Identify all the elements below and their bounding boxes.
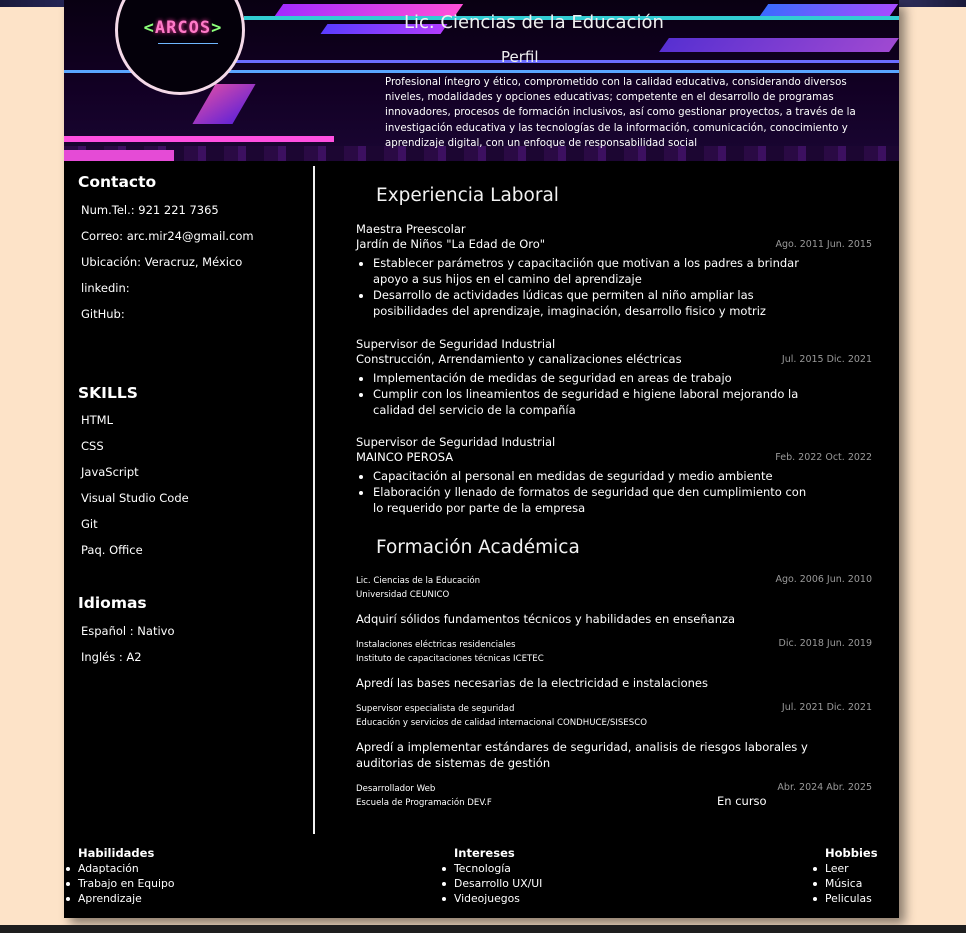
intereses-list: Tecnología Desarrollo UX/UI Videojuegos <box>441 861 543 906</box>
hobbies-heading: Hobbies <box>825 846 878 860</box>
education-date: Jul. 2021 Dic. 2021 <box>781 702 872 713</box>
skill-item: JavaScript <box>81 465 139 479</box>
idiomas-list: Español : Nativo Inglés : A2 <box>81 618 175 670</box>
job-role: Maestra Preescolar <box>356 222 466 236</box>
banner-decoration <box>64 150 174 161</box>
job-bullet: Establecer parámetros y capacitaciión qu… <box>373 255 813 287</box>
skills-heading: SKILLS <box>78 384 138 402</box>
language-item: Inglés : A2 <box>81 650 142 664</box>
education-desc: Apredí las bases necesarias de la electr… <box>356 676 708 690</box>
education-date: Abr. 2024 Abr. 2025 <box>777 782 872 793</box>
logo-underline <box>158 43 218 44</box>
list-item: Aprendizaje <box>65 891 174 906</box>
hobbies-list: Leer Música Peliculas <box>813 861 878 906</box>
job-bullet: Elaboración y llenado de formatos de seg… <box>373 484 813 516</box>
skill-item: Paq. Office <box>81 543 143 557</box>
footer-intereses: Intereses Tecnología Desarrollo UX/UI Vi… <box>441 846 543 906</box>
job-entry: Supervisor de Seguridad Industrial Const… <box>356 337 872 418</box>
education-date: Dic. 2018 Jun. 2019 <box>778 638 872 649</box>
education-entry: Lic. Ciencias de la Educación Universida… <box>356 574 872 627</box>
list-item: Trabajo en Equipo <box>65 877 175 890</box>
job-bullets: Implementación de medidas de seguridad e… <box>356 370 872 418</box>
skill-item: Visual Studio Code <box>81 491 189 505</box>
job-date: Feb. 2022 Oct. 2022 <box>775 452 872 463</box>
job-bullet: Desarrollo de actividades lúdicas que pe… <box>373 287 813 319</box>
header-banner: <ARCOS> Lic. Ciencias de la Educación Pe… <box>64 0 899 161</box>
education-entry: Supervisor especialista de seguridad Edu… <box>356 702 872 771</box>
job-bullet: Capacitación al personal en medidas de s… <box>373 468 813 484</box>
list-item: Adaptación <box>65 861 174 876</box>
list-item: Peliculas <box>813 891 878 906</box>
list-item: Tecnología <box>441 861 542 876</box>
skills-list: HTML CSS JavaScript Visual Studio Code G… <box>81 407 189 563</box>
perfil-text: Profesional íntegro y ético, comprometid… <box>385 77 856 149</box>
job-role: Supervisor de Seguridad Industrial <box>356 337 556 351</box>
banner-decoration <box>64 136 334 142</box>
job-bullet: Implementación de medidas de seguridad e… <box>373 370 813 386</box>
logo-bracket-left: < <box>143 18 155 38</box>
resume-page: <ARCOS> Lic. Ciencias de la Educación Pe… <box>64 0 899 918</box>
job-role: Supervisor de Seguridad Industrial <box>356 435 556 449</box>
contact-linkedin[interactable]: linkedin: <box>81 275 254 301</box>
perfil-heading: Perfil <box>501 48 539 66</box>
job-date: Jul. 2015 Dic. 2021 <box>781 354 872 365</box>
education-entry: Desarrollador Web Escuela de Programació… <box>356 782 872 810</box>
contact-phone: Num.Tel.: 921 221 7365 <box>81 203 219 217</box>
job-entry: Supervisor de Seguridad Industrial MAINC… <box>356 435 872 516</box>
contact-location: Ubicación: Veracruz, México <box>81 255 243 269</box>
habilidades-list: Adaptación Trabajo en Equipo Aprendizaje <box>65 861 175 906</box>
list-item: Música <box>813 876 878 891</box>
banner-decoration <box>659 38 899 52</box>
arcos-logo: <ARCOS> <box>115 0 245 95</box>
list-item: Leer <box>813 861 878 876</box>
idiomas-heading: Idiomas <box>78 594 147 612</box>
job-bullets: Establecer parámetros y capacitaciión qu… <box>356 255 872 319</box>
contact-github[interactable]: GitHub: <box>81 301 254 327</box>
education-school: Instituto de capacitaciones técnicas ICE… <box>356 654 544 664</box>
language-item: Español : Nativo <box>81 624 175 638</box>
list-item: Videojuegos <box>441 891 542 906</box>
contacto-list: Num.Tel.: 921 221 7365 Correo: arc.mir24… <box>81 197 254 327</box>
education-school: Escuela de Programación DEV.F <box>356 798 492 808</box>
column-divider <box>313 166 315 834</box>
education-desc: Adquirí sólidos fundamentos técnicos y h… <box>356 612 736 626</box>
education-desc: Apredí a implementar estándares de segur… <box>356 740 808 770</box>
skill-item: Git <box>81 517 98 531</box>
contact-email[interactable]: Correo: arc.mir24@gmail.com <box>81 223 254 249</box>
logo-bracket-right: > <box>211 18 223 38</box>
logo-word: ARCOS <box>154 18 212 38</box>
skill-item: HTML <box>81 413 114 427</box>
skill-item: CSS <box>81 439 104 453</box>
bottom-bar <box>0 925 966 933</box>
contacto-heading: Contacto <box>78 173 157 191</box>
education-status: En curso <box>717 794 767 808</box>
formacion-heading: Formación Académica <box>376 537 580 558</box>
education-school: Universidad CEUNICO <box>356 590 450 600</box>
education-entry: Instalaciones eléctricas residenciales I… <box>356 638 872 691</box>
experiencia-heading: Experiencia Laboral <box>376 185 559 206</box>
footer-hobbies: Hobbies Leer Música Peliculas <box>813 846 878 906</box>
logo-wordmark: <ARCOS> <box>118 18 248 38</box>
habilidades-heading: Habilidades <box>78 846 155 860</box>
banner-decoration <box>234 60 899 63</box>
footer-habilidades: Habilidades Adaptación Trabajo en Equipo… <box>65 846 175 906</box>
education-date: Ago. 2006 Jun. 2010 <box>775 574 872 585</box>
job-date: Ago. 2011 Jun. 2015 <box>775 239 872 250</box>
page-title: Lic. Ciencias de la Educación <box>404 12 664 33</box>
education-school: Educación y servicios de calidad interna… <box>356 718 647 728</box>
job-entry: Maestra Preescolar Jardín de Niños "La E… <box>356 222 872 319</box>
intereses-heading: Intereses <box>454 846 515 860</box>
job-bullet: Cumplir con los lineamientos de segurida… <box>373 386 813 418</box>
banner-decoration <box>759 4 899 16</box>
list-item: Desarrollo UX/UI <box>441 877 543 890</box>
job-bullets: Capacitación al personal en medidas de s… <box>356 468 872 516</box>
